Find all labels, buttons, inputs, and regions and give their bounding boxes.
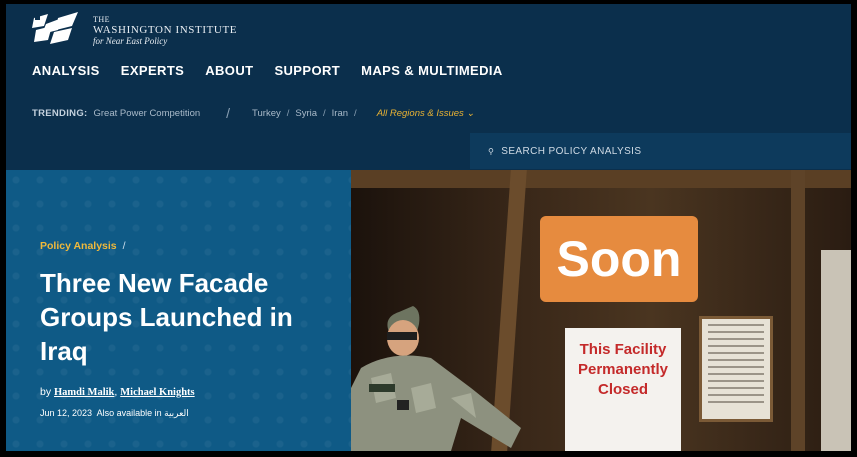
trending-topic-syria[interactable]: Syria: [295, 108, 317, 119]
institute-logo-icon[interactable]: [32, 12, 80, 44]
wooden-post: [791, 170, 805, 451]
soon-sign: Soon: [540, 216, 698, 302]
search-placeholder: SEARCH POLICY ANALYSIS: [501, 145, 642, 157]
notice-board: [699, 316, 773, 422]
closed-sign: This Facility Permanently Closed: [565, 328, 681, 451]
arabic-version-link[interactable]: العربية: [164, 408, 189, 418]
author-link[interactable]: Michael Knights: [120, 387, 194, 398]
hero-image: Soon This Facility Permanently Closed: [351, 170, 851, 451]
org-name-line3: for Near East Policy: [93, 36, 168, 46]
breadcrumb-policy-analysis[interactable]: Policy Analysis: [40, 240, 117, 252]
byline: by Hamdi Malik, Michael Knights: [40, 386, 195, 398]
dateline: Jun 12, 2023 Also available in العربية: [40, 408, 189, 419]
trending-primary-link[interactable]: Great Power Competition: [93, 108, 200, 119]
nav-analysis[interactable]: ANALYSIS: [32, 63, 100, 78]
org-name-line2: WASHINGTON INSTITUTE: [93, 24, 238, 36]
all-regions-issues-dropdown[interactable]: All Regions & Issues ⌄: [377, 108, 475, 119]
trending-topic-turkey[interactable]: Turkey: [252, 108, 281, 119]
trending-topic-iran[interactable]: Iran: [332, 108, 348, 119]
breadcrumb-separator: /: [122, 240, 126, 252]
also-available-label: Also available in: [96, 408, 162, 418]
hero-text-panel: Policy Analysis / Three New Facade Groups…: [6, 170, 351, 451]
trending-divider: /: [226, 105, 231, 121]
nav-about[interactable]: ABOUT: [205, 63, 253, 78]
byline-prefix: by: [40, 386, 52, 398]
trending-bar: TRENDING: Great Power Competition / Turk…: [32, 105, 474, 121]
org-name[interactable]: THE WASHINGTON INSTITUTE for Near East P…: [93, 14, 237, 47]
page: THE WASHINGTON INSTITUTE for Near East P…: [6, 4, 851, 451]
nav-maps-multimedia[interactable]: MAPS & MULTIMEDIA: [361, 63, 503, 78]
publish-date: Jun 12, 2023: [40, 408, 93, 418]
topic-separator: /: [286, 107, 290, 119]
search-icon[interactable]: ⚲: [488, 147, 494, 156]
door-frame: [821, 250, 851, 451]
author-link[interactable]: Hamdi Malik: [54, 387, 114, 398]
breadcrumb: Policy Analysis /: [40, 240, 126, 252]
trending-label: TRENDING:: [32, 107, 88, 119]
roof-beam: [351, 170, 851, 188]
nav-support[interactable]: SUPPORT: [274, 63, 340, 78]
topic-separator: /: [323, 107, 326, 119]
nav-experts[interactable]: EXPERTS: [121, 63, 184, 78]
article-title: Three New Facade Groups Launched in Iraq: [40, 268, 293, 366]
topic-separator: /: [354, 107, 357, 119]
main-nav: ANALYSIS EXPERTS ABOUT SUPPORT MAPS & MU…: [32, 63, 524, 78]
search-bar[interactable]: ⚲ SEARCH POLICY ANALYSIS: [470, 133, 851, 169]
soldier-figure: [351, 306, 521, 451]
